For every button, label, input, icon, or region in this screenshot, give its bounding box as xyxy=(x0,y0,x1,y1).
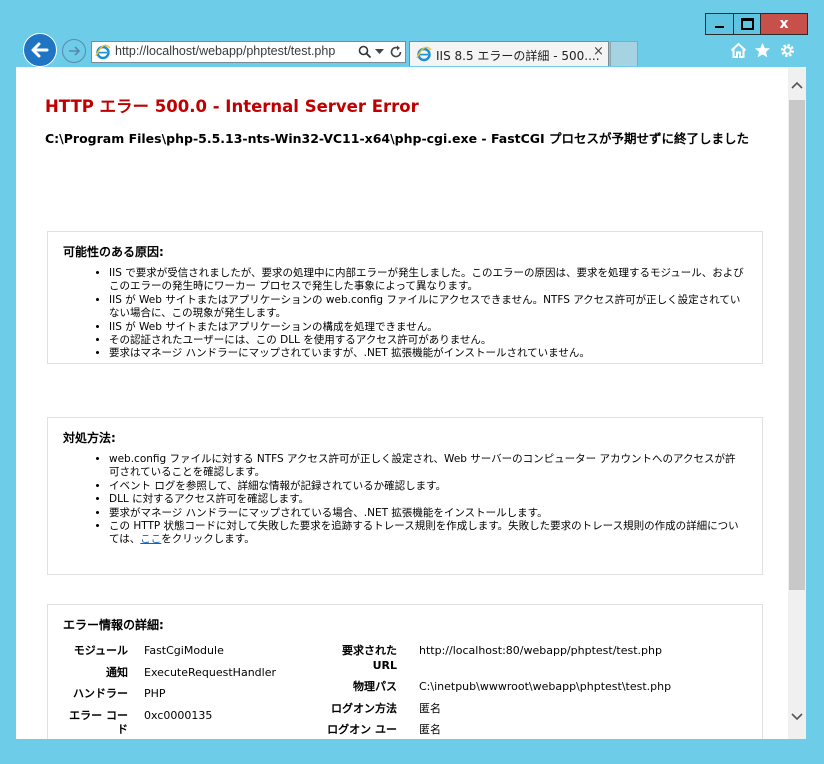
detail-value: 匿名 xyxy=(419,701,441,715)
scrollbar-thumb[interactable] xyxy=(789,100,805,590)
refresh-icon[interactable] xyxy=(390,45,403,59)
new-tab-button[interactable] xyxy=(610,41,638,66)
details-heading: エラー情報の詳細: xyxy=(63,618,164,632)
list-item: 要求がマネージ ハンドラーにマップされている場合、.NET 拡張機能をインストー… xyxy=(109,507,745,520)
list-item: イベント ログを参照して、詳細な情報が記録されているか確認します。 xyxy=(109,480,745,493)
detail-value: http://localhost:80/webapp/phptest/test.… xyxy=(419,644,662,657)
here-link[interactable]: ここ xyxy=(140,533,161,545)
actions-section: 対処方法: web.config ファイルに対する NTFS アクセス許可が正し… xyxy=(47,417,763,575)
table-row: ログオン ユーザー 匿名 xyxy=(321,723,757,739)
scroll-down-arrow-icon[interactable] xyxy=(791,713,803,721)
detail-value: 0xc0000135 xyxy=(144,708,213,722)
maximize-button[interactable] xyxy=(733,13,761,35)
detail-label: 要求された URL xyxy=(342,644,397,672)
vertical-scrollbar[interactable] xyxy=(788,67,806,739)
details-section: エラー情報の詳細: モジュール FastCgiModule 通知 ExecuteRe… xyxy=(47,604,763,739)
table-row: 物理パス C:\inetpub\wwwroot\webapp\phptest\te… xyxy=(321,680,757,700)
causes-list: IIS で要求が受信されましたが、要求の処理中に内部エラーが発生しました。このエ… xyxy=(63,267,745,361)
tab-close-icon[interactable]: × xyxy=(593,44,604,59)
detail-label: 通知 xyxy=(106,665,129,679)
details-table-right: 要求された URL http://localhost:80/webapp/phpt… xyxy=(319,642,759,739)
ie-logo-icon xyxy=(95,44,111,60)
settings-gear-icon[interactable] xyxy=(779,42,796,59)
detail-value: PHP xyxy=(144,687,166,700)
detail-label: 物理パス xyxy=(353,680,397,693)
list-item: DLL に対するアクセス許可を確認します。 xyxy=(109,493,745,506)
detail-label: エラー コード xyxy=(69,708,129,737)
table-row: 通知 ExecuteRequestHandler xyxy=(64,666,276,686)
maximize-icon xyxy=(740,18,754,30)
list-item: IIS で要求が受信されましたが、要求の処理中に内部エラーが発生しました。このエ… xyxy=(109,267,745,294)
scroll-up-arrow-icon[interactable] xyxy=(791,81,803,89)
tab-title: IIS 8.5 エラーの詳細 - 500.... xyxy=(436,49,600,63)
list-item: 要求はマネージ ハンドラーにマップされていますが、.NET 拡張機能がインストー… xyxy=(109,347,745,360)
detail-label: モジュール xyxy=(73,644,129,657)
list-item: IIS が Web サイトまたはアプリケーションの構成を処理できません。 xyxy=(109,321,745,334)
detail-label: ログオン方法 xyxy=(331,701,397,715)
detail-label: ログオン ユーザー xyxy=(327,723,397,739)
detail-value: 匿名 xyxy=(419,723,441,736)
causes-heading: 可能性のある原因: xyxy=(63,245,164,259)
actions-list: web.config ファイルに対する NTFS アクセス許可が正しく設定され、… xyxy=(63,453,745,547)
actions-heading: 対処方法: xyxy=(63,431,116,445)
page-subtitle: C:\Program Files\php-5.5.13-nts-Win32-VC… xyxy=(45,131,750,146)
close-icon: x xyxy=(779,16,789,32)
detail-value: C:\inetpub\wwwroot\webapp\phptest\test.p… xyxy=(419,680,672,693)
list-item: この HTTP 状態コードに対して失敗した要求を追跡するトレース規則を作成します… xyxy=(109,520,745,547)
page-viewport: HTTP エラー 500.0 - Internal Server Error C… xyxy=(16,67,806,739)
error-content: HTTP エラー 500.0 - Internal Server Error C… xyxy=(45,93,776,739)
table-row: モジュール FastCgiModule xyxy=(64,644,276,664)
back-button[interactable] xyxy=(23,33,57,67)
tab-error-details[interactable]: IIS 8.5 エラーの詳細 - 500.... × xyxy=(409,41,609,66)
table-row: ハンドラー PHP xyxy=(64,687,276,707)
table-row: ログオン方法 匿名 xyxy=(321,702,757,722)
detail-value: FastCgiModule xyxy=(144,644,224,657)
minimize-button[interactable] xyxy=(705,13,734,35)
list-item: IIS が Web サイトまたはアプリケーションの web.config ファイ… xyxy=(109,294,745,321)
address-bar[interactable]: http://localhost/webapp/phptest/test.php xyxy=(91,41,406,63)
detail-label: ハンドラー xyxy=(73,687,129,700)
search-icon[interactable] xyxy=(358,45,372,59)
causes-section: 可能性のある原因: IIS で要求が受信されましたが、要求の処理中に内部エラーが… xyxy=(47,231,763,364)
page-title: HTTP エラー 500.0 - Internal Server Error xyxy=(45,97,419,116)
trace-rule-text-end: をクリックします。 xyxy=(161,533,255,546)
home-icon[interactable] xyxy=(730,42,747,59)
address-url: http://localhost/webapp/phptest/test.php xyxy=(115,44,336,58)
ie-logo-icon xyxy=(416,46,432,62)
detail-value: ExecuteRequestHandler xyxy=(144,665,276,679)
minimize-icon xyxy=(715,26,724,28)
table-row: エラー コード 0xc0000135 xyxy=(64,709,276,738)
dropdown-arrow-icon[interactable] xyxy=(375,49,384,55)
favorites-star-icon[interactable] xyxy=(754,42,771,59)
forward-button[interactable] xyxy=(62,39,86,63)
table-row: 要求された URL http://localhost:80/webapp/phpt… xyxy=(321,644,757,678)
list-item: その認証されたユーザーには、この DLL を使用するアクセス許可がありません。 xyxy=(109,334,745,347)
list-item: web.config ファイルに対する NTFS アクセス許可が正しく設定され、… xyxy=(109,453,745,480)
back-arrow-icon xyxy=(31,42,49,58)
forward-arrow-icon xyxy=(69,46,81,56)
close-window-button[interactable]: x xyxy=(760,13,808,35)
details-table-left: モジュール FastCgiModule 通知 ExecuteRequestHandl… xyxy=(62,642,278,739)
